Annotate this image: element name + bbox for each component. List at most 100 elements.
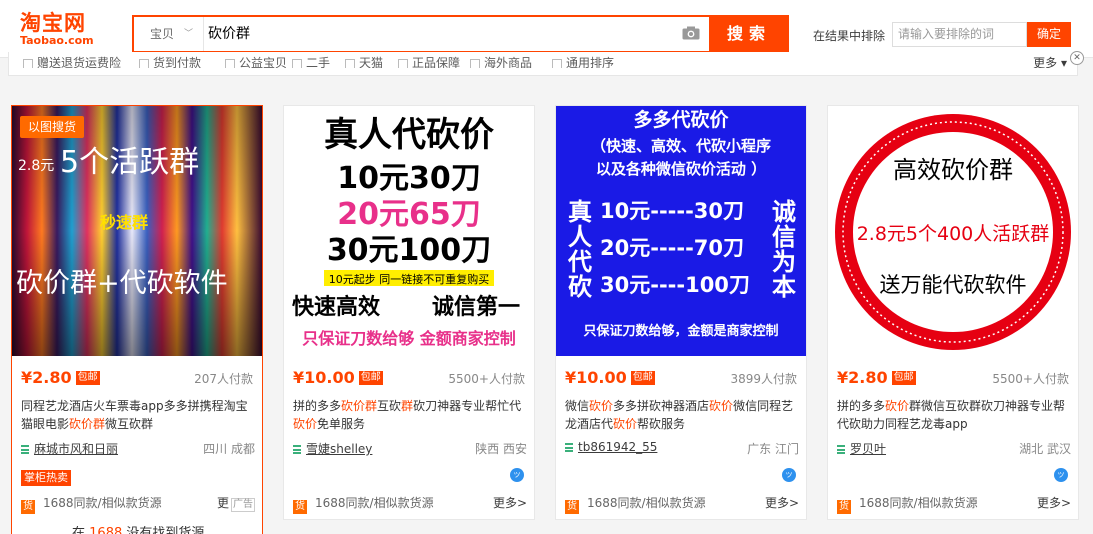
search-box: 宝贝 ﹀ 砍价群 搜索	[132, 15, 789, 53]
product-title[interactable]: 拼的多多砍价群微信互砍群砍刀神器专业帮代砍助力同程艺龙毒app	[837, 397, 1071, 437]
product-card-3[interactable]: 多多代砍价 （快速、高效、代砍小程序 以及各种微信砍价活动 ） 真 人 代 砍 …	[555, 105, 807, 520]
product-image-graphic: 真人代砍价 10元30刀 20元65刀 30元100刀 10元起步 同一链接不可…	[284, 106, 534, 356]
source-link[interactable]: 1688同款/相似款货源	[43, 496, 162, 510]
source-row: 货 1688同款/相似款货源 更广告	[21, 495, 255, 514]
wangwang-chat-icon[interactable]: ツ	[510, 468, 524, 482]
source-row: 货 1688同款/相似款货源 更多>	[293, 495, 527, 514]
price-row: ¥2.80 包邮 5500+人付款	[837, 368, 1069, 388]
search-type-label: 宝贝	[150, 27, 175, 41]
sales-count: 5500+人付款	[448, 372, 525, 386]
free-shipping-badge: 包邮	[75, 371, 100, 385]
wangwang-chat-icon[interactable]: ツ	[782, 468, 796, 482]
exclude-label: 在结果中排除	[813, 29, 886, 43]
checkbox[interactable]	[398, 58, 408, 68]
goods-icon: 货	[837, 500, 851, 514]
image-text-l2: （快速、高效、代砍小程序	[591, 137, 771, 155]
image-text-price: 2.8元	[18, 158, 54, 174]
search-type-select[interactable]: 宝贝 ﹀	[134, 17, 204, 51]
checkbox[interactable]	[552, 58, 562, 68]
goods-icon: 货	[293, 500, 307, 514]
image-text-headline: 5个活跃群	[60, 145, 199, 180]
product-image[interactable]: 2.8元 5个活跃群 秒速群 砍价群+代砍软件 以图搜货	[12, 106, 262, 356]
image-text-bottom: 只保证刀数给够，金额是商家控制	[583, 323, 778, 339]
checkbox[interactable]	[225, 58, 235, 68]
image-text-l6: 快速高效	[292, 294, 380, 320]
product-image[interactable]: 多多代砍价 （快速、高效、代砍小程序 以及各种微信砍价活动 ） 真 人 代 砍 …	[556, 106, 806, 356]
checkbox[interactable]	[470, 58, 480, 68]
image-text-l7: 只保证刀数给够 金额商家控制	[302, 329, 516, 348]
camera-icon[interactable]	[682, 26, 700, 40]
more-link[interactable]: 更多>	[765, 495, 799, 511]
close-icon[interactable]: ✕	[1070, 51, 1084, 65]
exclude-confirm-button[interactable]: 确定	[1027, 22, 1071, 47]
more-filters-button[interactable]: 更多 ▾	[1033, 56, 1067, 68]
product-image[interactable]: 高效砍价群 2.8元5个400人活跃群 送万能代砍软件	[828, 106, 1078, 356]
product-title[interactable]: 拼的多多砍价群互砍群砍刀神器专业帮忙代砍价免单服务	[293, 397, 527, 437]
chevron-down-icon: ﹀	[183, 29, 193, 39]
product-title[interactable]: 微信砍价多多拼砍神器酒店砍价微信同程艺龙酒店代砍价帮砍服务	[565, 397, 799, 437]
price: ¥2.80	[21, 368, 72, 387]
free-shipping-badge: 包邮	[891, 371, 916, 385]
source-link[interactable]: 1688同款/相似款货源	[587, 496, 706, 510]
filter-charity[interactable]: 公益宝贝	[225, 56, 287, 68]
filter-genuine[interactable]: 正品保障	[398, 56, 460, 68]
checkbox[interactable]	[345, 58, 355, 68]
product-image-graphic: 高效砍价群 2.8元5个400人活跃群 送万能代砍软件	[828, 106, 1078, 356]
exclude-input[interactable]: 请输入要排除的词	[892, 22, 1027, 47]
image-text-r1: 10元-----30刀	[600, 199, 744, 223]
shop-name-link[interactable]: 雪婕shelley	[306, 442, 372, 456]
source-row: 货 1688同款/相似款货源 更多>	[837, 495, 1071, 514]
filter-overseas[interactable]: 海外商品	[470, 56, 532, 68]
shop-icon	[21, 445, 29, 454]
source-link[interactable]: 1688同款/相似款货源	[315, 496, 434, 510]
image-text-l1: 真人代砍价	[324, 115, 494, 155]
filter-cod[interactable]: 货到付款	[139, 56, 201, 68]
image-text-r3: 30元----100刀	[600, 273, 750, 297]
image-text-top: 高效砍价群	[893, 156, 1013, 184]
search-button[interactable]: 搜索	[709, 15, 789, 53]
image-text-l6b: 诚信第一	[432, 294, 520, 320]
search-input[interactable]: 砍价群	[208, 17, 728, 51]
free-shipping-badge: 包邮	[630, 371, 655, 385]
taobao-logo[interactable]: 淘宝网 Taobao.com	[20, 11, 110, 47]
filter-tmall[interactable]: 天猫	[345, 56, 383, 68]
more-link[interactable]: 更广告	[217, 495, 255, 512]
source-link[interactable]: 1688同款/相似款货源	[859, 496, 978, 510]
location: 湖北 武汉	[1019, 442, 1071, 456]
product-title[interactable]: 同程艺龙酒店火车票毒app多多拼携程淘宝猫眼电影砍价群微互砍群	[21, 397, 255, 437]
product-card-2[interactable]: 真人代砍价 10元30刀 20元65刀 30元100刀 10元起步 同一链接不可…	[283, 105, 535, 520]
shop-name-link[interactable]: tb861942_55	[578, 440, 657, 454]
price: ¥10.00	[565, 368, 627, 387]
filter-freight-insurance[interactable]: 赠送退货运费险	[23, 56, 121, 68]
image-text-l3: 以及各种微信砍价活动 ）	[596, 160, 766, 178]
filter-general-sort[interactable]: 通用排序	[552, 56, 614, 68]
product-image-graphic: 2.8元 5个活跃群 秒速群 砍价群+代砍软件	[12, 106, 262, 356]
image-text-bottom: 送万能代砍软件	[880, 273, 1027, 297]
shop-name-link[interactable]: 麻城市风和日丽	[34, 442, 118, 456]
hot-seller-badge: 掌柜热卖	[21, 470, 71, 486]
shop-icon	[293, 445, 301, 454]
image-text-l5: 10元起步 同一链接不可重复购买	[329, 272, 490, 286]
wangwang-chat-icon[interactable]: ツ	[1054, 468, 1068, 482]
image-text-left-3: 砍	[568, 273, 593, 301]
image-text-r2: 20元-----70刀	[600, 236, 744, 260]
shop-row: 雪婕shelley 陕西 西安	[293, 440, 527, 456]
checkbox[interactable]	[292, 58, 302, 68]
shop-name-link[interactable]: 罗贝叶	[850, 442, 886, 456]
product-card-4[interactable]: 高效砍价群 2.8元5个400人活跃群 送万能代砍软件 ¥2.80 包邮 550…	[827, 105, 1079, 520]
filter-second-hand[interactable]: 二手	[292, 56, 330, 68]
checkbox[interactable]	[139, 58, 149, 68]
image-text-right-2: 为	[772, 248, 796, 276]
image-search-button[interactable]: 以图搜货	[20, 116, 85, 138]
image-text-right-1: 信	[772, 223, 796, 251]
checkbox[interactable]	[23, 58, 33, 68]
product-image[interactable]: 真人代砍价 10元30刀 20元65刀 30元100刀 10元起步 同一链接不可…	[284, 106, 534, 356]
more-link[interactable]: 更多>	[1037, 495, 1071, 511]
goods-icon: 货	[565, 500, 579, 514]
image-text-left-2: 代	[567, 248, 592, 276]
location: 四川 成都	[203, 442, 255, 456]
location: 陕西 西安	[475, 442, 527, 456]
more-link[interactable]: 更多>	[493, 495, 527, 511]
product-card-1[interactable]: 2.8元 5个活跃群 秒速群 砍价群+代砍软件 以图搜货 ¥2.80 包邮 20…	[11, 105, 263, 534]
source-row: 货 1688同款/相似款货源 更多>	[565, 495, 799, 514]
